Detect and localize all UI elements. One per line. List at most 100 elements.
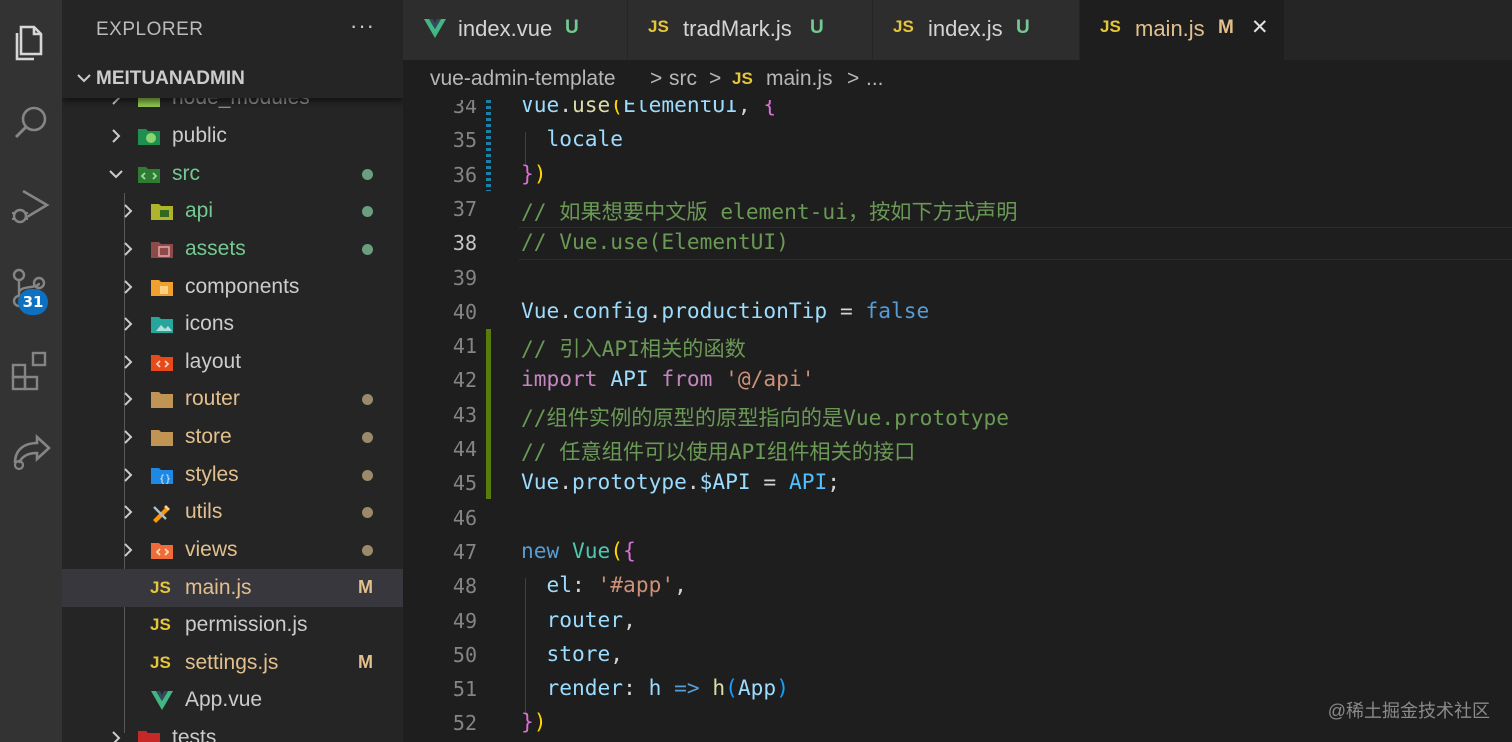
tree-item-public[interactable]: public <box>62 117 403 155</box>
chevron-down-icon <box>77 74 91 83</box>
code-token: ( <box>610 537 624 563</box>
code-token: import <box>521 366 598 392</box>
search-icon[interactable] <box>0 92 62 154</box>
tree-item-router[interactable]: router <box>62 380 403 418</box>
tree-item-icons[interactable]: icons <box>62 305 403 343</box>
code-token: { <box>763 100 777 117</box>
code-line: Vue.config.productionTip = false <box>521 298 929 323</box>
code-line: import API from '@/api' <box>521 366 814 391</box>
code-token: ) <box>533 160 547 186</box>
tree-item-api[interactable]: api <box>62 192 403 230</box>
explorer-icon[interactable] <box>0 10 62 72</box>
code-token: locale <box>546 126 624 152</box>
code-token: // 任意组件可以使用API组件相关的接口 <box>521 439 916 464</box>
breadcrumb: vue-admin-template > src > JS main.js > … <box>403 60 1512 100</box>
line-number: 38 <box>452 231 477 256</box>
tab-status: M <box>1218 17 1234 38</box>
breadcrumb-item[interactable]: vue-admin-template <box>430 67 616 91</box>
code-token: h <box>648 675 662 701</box>
tree-item-label: src <box>172 162 200 185</box>
code-token: '#app' <box>597 572 675 598</box>
chevron-right-icon <box>124 392 133 406</box>
js-file-icon: JS <box>150 578 171 597</box>
run-debug-icon[interactable] <box>0 174 62 236</box>
tree-item-views[interactable]: views <box>62 531 403 569</box>
tree-item-label: main.js <box>185 576 252 599</box>
tree-item-label: layout <box>185 350 242 373</box>
tree-item-settings-js[interactable]: JS settings.js M <box>62 644 403 682</box>
remote-icon[interactable] <box>0 420 62 482</box>
utils-folder-icon <box>153 505 170 523</box>
code-token: . <box>686 469 700 495</box>
tree-item-store[interactable]: store <box>62 418 403 456</box>
js-file-icon: JS <box>648 17 669 36</box>
code-line: new Vue({ <box>521 538 636 563</box>
git-status-modified: M <box>358 577 373 597</box>
code-line: render: h => h(App) <box>521 675 789 700</box>
js-file-icon: JS <box>1100 17 1121 36</box>
code-token: //组件实例的原型的原型指向的是Vue.prototype <box>521 404 1009 430</box>
line-number: 45 <box>452 471 477 496</box>
folder-icon <box>151 392 173 408</box>
tree-item-utils[interactable]: utils <box>62 493 403 531</box>
api-folder-icon <box>151 204 173 220</box>
code-line: // Vue.use(ElementUI) <box>521 229 789 254</box>
tree-item-layout[interactable]: layout <box>62 343 403 381</box>
code-token: ; <box>827 469 840 495</box>
code-token: config <box>572 297 649 323</box>
line-number: 49 <box>452 608 477 633</box>
explorer-title: EXPLORER <box>96 19 204 40</box>
tree-item-tests[interactable]: tests <box>62 719 403 742</box>
breadcrumb-item[interactable]: ... <box>866 67 884 91</box>
code-token: prototype <box>572 469 687 495</box>
chevron-right-icon <box>112 731 121 742</box>
tree-item-label: tests <box>172 726 217 742</box>
code-line: el: '#app', <box>521 572 687 597</box>
breadcrumb-item[interactable]: main.js <box>766 67 833 91</box>
workspace-folder-header[interactable]: MEITUANADMIN <box>62 60 403 98</box>
git-status-dot <box>362 244 373 255</box>
git-status-modified: M <box>358 652 373 672</box>
code-token: App <box>737 675 777 701</box>
tab-index-vue[interactable]: index.vue U <box>403 0 628 60</box>
extensions-icon[interactable] <box>0 338 62 400</box>
tab-label: index.vue <box>458 16 553 41</box>
tree-item-src[interactable]: src <box>62 155 403 193</box>
src-folder-icon <box>138 167 160 183</box>
tree-item-main-js[interactable]: JS main.js M <box>62 569 403 607</box>
tree-item-styles[interactable]: {} styles <box>62 456 403 494</box>
line-number: 42 <box>452 368 477 393</box>
tree-item-components[interactable]: components <box>62 268 403 306</box>
tree-item-assets[interactable]: assets <box>62 230 403 268</box>
tree-item-label: assets <box>185 237 246 260</box>
git-added-gutter <box>486 329 491 499</box>
editor-tab-bar: index.vue U JS tradMark.js U JS index.js… <box>403 0 1512 60</box>
code-token: store <box>546 640 611 666</box>
chevron-right-icon <box>124 355 133 369</box>
tree-item-permission-js[interactable]: JS permission.js <box>62 606 403 644</box>
code-token: : <box>572 572 598 598</box>
code-editor[interactable]: 34 Vue.use(ElementUI, {35 locale 36}) 37// … <box>403 100 1512 742</box>
line-number: 44 <box>452 437 477 461</box>
tab-main-js[interactable]: JS main.js M ✕ <box>1080 0 1285 60</box>
code-token: // Vue.use(ElementUI) <box>521 229 789 255</box>
components-folder-icon <box>151 280 173 296</box>
line-number: 36 <box>452 162 477 187</box>
breadcrumb-separator: > <box>847 67 860 90</box>
more-actions-icon[interactable]: ··· <box>350 13 375 39</box>
tree-item-label: App.vue <box>185 688 263 711</box>
tab-label: main.js <box>1135 16 1205 41</box>
breadcrumb-item[interactable]: src <box>669 67 697 91</box>
code-token: false <box>865 297 930 323</box>
git-status-dot <box>362 545 373 556</box>
close-icon[interactable]: ✕ <box>1251 15 1269 40</box>
line-number: 37 <box>452 196 477 221</box>
code-line: // 如果想要中文版 element-ui，按如下方式声明 <box>521 195 1017 226</box>
code-token: Vue <box>521 469 560 495</box>
tab-tradmark-js[interactable]: JS tradMark.js U <box>628 0 873 60</box>
code-token: => <box>674 675 700 701</box>
code-token: render <box>546 675 624 701</box>
tab-index-js[interactable]: JS index.js U <box>873 0 1080 60</box>
tree-item-app-vue[interactable]: App.vue <box>62 681 403 719</box>
